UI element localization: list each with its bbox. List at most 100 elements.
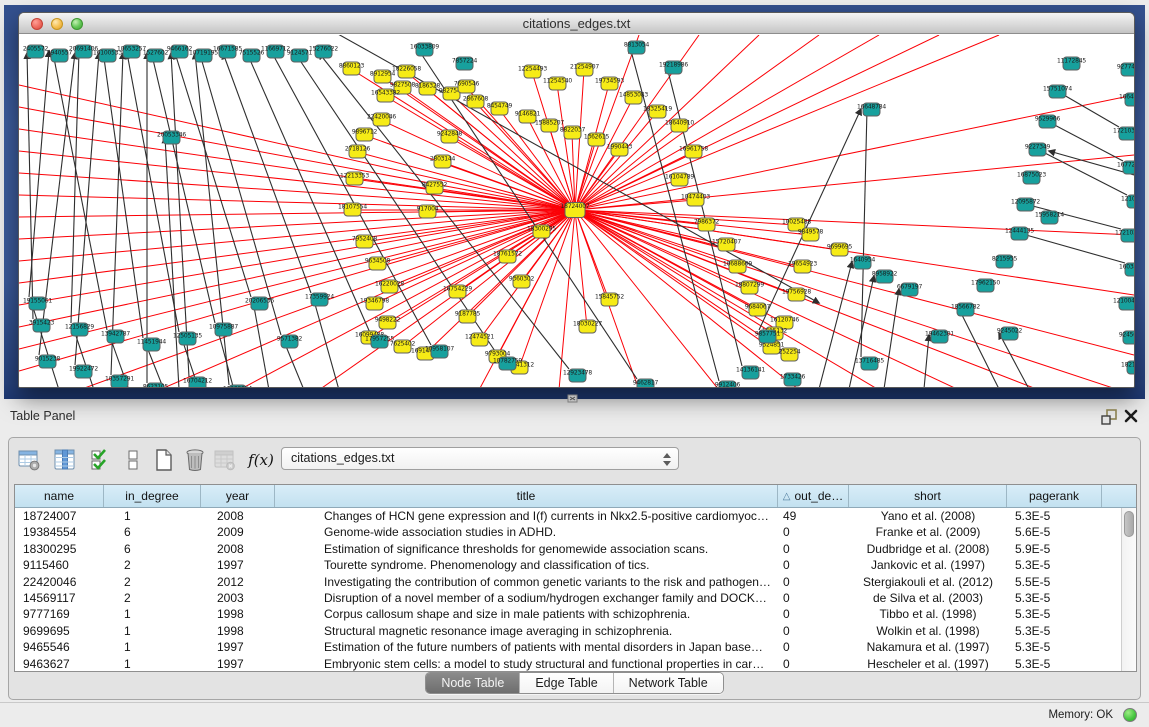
table-cell: Genome-wide association studies in ADHD. [275,524,778,540]
graph-node-label: 19734593 [595,78,624,85]
graph-node-label: 18226058 [392,66,421,73]
graph-node-label: 9896712 [352,129,378,136]
graph-edge[interactable] [924,335,929,388]
table-cell: 2009 [201,524,275,540]
new-table-icon[interactable] [150,446,178,474]
table-scrollbar-thumb[interactable] [1124,511,1134,537]
table-scrollbar[interactable] [1121,508,1136,671]
graph-node-label: 18761572 [493,251,522,258]
import-table-icon[interactable] [211,446,239,474]
column-header-in_degree[interactable]: in_degree [104,485,201,507]
graph-node-label: 21254907 [570,64,599,71]
graph-edge[interactable] [199,51,281,335]
table-row[interactable]: 946362711997Embryonic stem cells: a mode… [15,656,1136,671]
table-row[interactable]: 969969511998Structural magnetic resonanc… [15,623,1136,639]
table-cell: 2 [104,557,201,573]
table-cell: Estimation of the future numbers of pati… [275,639,778,655]
graph-edge[interactable] [19,210,575,349]
table-cell: 9699695 [15,623,104,639]
graph-edge[interactable] [575,84,609,210]
table-cell: 1997 [201,639,275,655]
graph-node-label: 12254493 [518,66,547,73]
close-panel-icon[interactable] [1123,408,1139,424]
table-select-dropdown[interactable]: citations_edges.txt [281,447,679,470]
table-row[interactable]: 977716911998Corpus callosum shape and si… [15,606,1136,622]
graph-edge[interactable] [575,35,819,210]
table-cell: 5.3E-5 [1007,590,1102,606]
graph-edge[interactable] [575,210,1119,388]
network-canvas[interactable]: 8860123891295418226058982750816543382818… [19,35,1134,388]
graph-node-label: 1640954 [850,257,876,264]
table-panel-title: Table Panel [10,409,75,423]
table-row[interactable]: 946554611997Estimation of the future num… [15,639,1136,655]
table-row[interactable]: 1938455462009Genome-wide association stu… [15,524,1136,540]
graph-edge[interactable] [575,155,1134,210]
table-cell: 5.6E-5 [1007,524,1102,540]
graph-edge[interactable] [884,289,899,388]
graph-edge[interactable] [1047,121,1123,161]
graph-edge[interactable] [103,51,143,338]
graph-edge[interactable] [19,107,575,210]
graph-node-label: 9187785 [455,311,481,318]
delete-table-icon[interactable] [181,446,209,474]
network-window[interactable]: citations_edges.txt 88601238912954182260… [18,12,1135,388]
graph-edge[interactable] [575,35,999,210]
table-row[interactable]: 1456911722003Disruption of a novel membe… [15,590,1136,606]
graph-edge[interactable] [151,51,215,323]
column-header-title[interactable]: title [275,485,778,507]
column-header-label: name [44,489,74,503]
network-window-titlebar[interactable]: citations_edges.txt [19,13,1134,34]
column-header-out_de[interactable]: △out_de… [778,485,849,507]
graph-edge[interactable] [175,53,251,297]
select-all-checks-icon[interactable] [87,446,115,474]
graph-node-label: 8454749 [487,103,513,110]
graph-edge[interactable] [313,297,339,388]
column-header-short[interactable]: short [849,485,1007,507]
graph-node-label: 2867608 [463,96,489,103]
graph-edge[interactable] [1019,233,1125,263]
graph-node-label: 14853083 [619,92,648,99]
graph-node-label: 10782759 [493,358,522,365]
select-column-icon[interactable] [51,446,79,474]
pane-resize-cursor[interactable] [566,392,580,404]
graph-edge[interactable] [253,301,269,388]
float-panel-icon[interactable] [1100,409,1118,425]
graph-edge[interactable] [71,51,79,323]
table-row[interactable]: 911546021997Tourette syndrome. Phenomeno… [15,557,1136,573]
graph-node-label: 1362615 [584,134,610,141]
graph-edge[interactable] [357,152,575,210]
graph-node-label: 9699695 [827,244,853,251]
graph-node-label: 10688609 [723,261,752,268]
table-row[interactable]: 1872400712008Changes of HCN gene express… [15,508,1136,524]
graph-edge[interactable] [53,53,107,330]
tab-node-table[interactable]: Node Table [426,673,520,693]
graph-edge[interactable] [559,210,575,388]
table-row[interactable]: 2242004622012Investigating the contribut… [15,574,1136,590]
tab-edge-table[interactable]: Edge Table [520,673,613,693]
graph-node-label: 9912406 [715,382,741,389]
graph-edge[interactable] [111,53,123,375]
graph-node-label: 12100489 [1113,298,1134,305]
graph-node-label: 9827508 [390,82,416,89]
graph-node-label: 9015238 [35,356,61,363]
graph-edge[interactable] [127,53,179,332]
graph-edge[interactable] [575,210,771,348]
table-row[interactable]: 1830029562008Estimation of significance … [15,541,1136,557]
table-cell: 1997 [201,656,275,671]
graph-edge[interactable] [271,51,431,345]
column-header-pagerank[interactable]: pagerank [1007,485,1102,507]
memory-ok-indicator-icon[interactable] [1123,708,1137,722]
graph-edge[interactable] [575,210,959,388]
graph-edge[interactable] [999,333,1029,388]
graph-edge[interactable] [223,53,311,293]
function-builder-icon[interactable]: f(x) [247,446,275,474]
clear-selection-icon[interactable] [119,446,147,474]
table-settings-icon[interactable] [15,446,43,474]
graph-node-label: 19155061 [23,298,52,305]
column-header-name[interactable]: name [15,485,104,507]
graph-edge[interactable] [819,262,852,388]
tab-network-table[interactable]: Network Table [614,673,723,693]
column-header-year[interactable]: year [201,485,275,507]
graph-edge[interactable] [849,276,874,388]
graph-node-label: 20053346 [157,132,186,139]
